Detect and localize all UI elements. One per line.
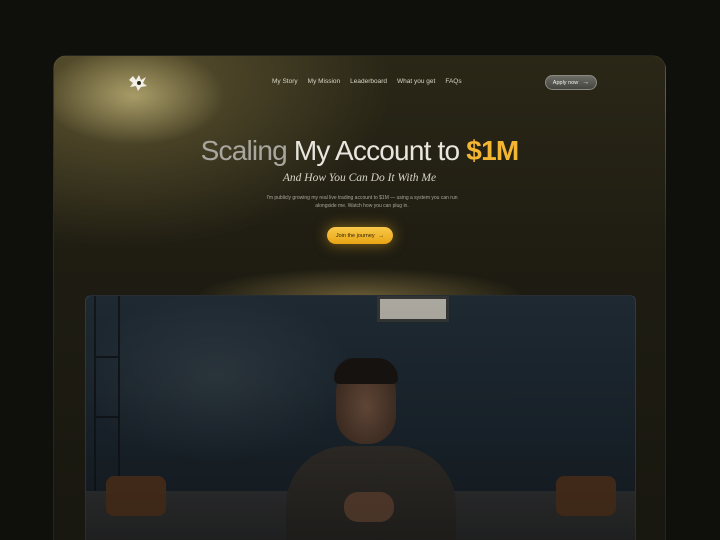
nav-link-my-story[interactable]: My Story	[272, 78, 298, 85]
apply-now-button[interactable]: Apply now →	[545, 75, 597, 90]
hero-title-highlight: $1M	[466, 135, 519, 166]
brand-logo-icon[interactable]	[127, 74, 149, 92]
top-navigation: My Story My Mission Leaderboard What you…	[272, 78, 462, 85]
arrow-right-icon: →	[582, 79, 590, 86]
nav-link-faqs[interactable]: FAQs	[445, 78, 461, 85]
join-journey-button[interactable]: Join the journey →	[327, 227, 393, 244]
hero-title-part1: Scaling	[200, 135, 288, 166]
nav-link-my-mission[interactable]: My Mission	[308, 78, 341, 85]
video-overlay	[86, 296, 635, 540]
hero-video[interactable]	[85, 295, 636, 540]
hero-title-part2: My Account to	[293, 135, 460, 166]
nav-link-what-you-get[interactable]: What you get	[397, 78, 435, 85]
arrow-right-icon: →	[378, 232, 385, 239]
hero-subtitle: And How You Can Do It With Me	[282, 172, 437, 184]
apply-now-label: Apply now	[552, 79, 579, 86]
join-journey-label: Join the journey	[335, 232, 375, 239]
hero-title: Scaling My Account to $1M	[54, 135, 665, 167]
hero-description: I'm publicly growing my real live tradin…	[266, 195, 458, 209]
nav-link-leaderboard[interactable]: Leaderboard	[350, 78, 387, 85]
landing-page-window: My Story My Mission Leaderboard What you…	[53, 55, 666, 540]
